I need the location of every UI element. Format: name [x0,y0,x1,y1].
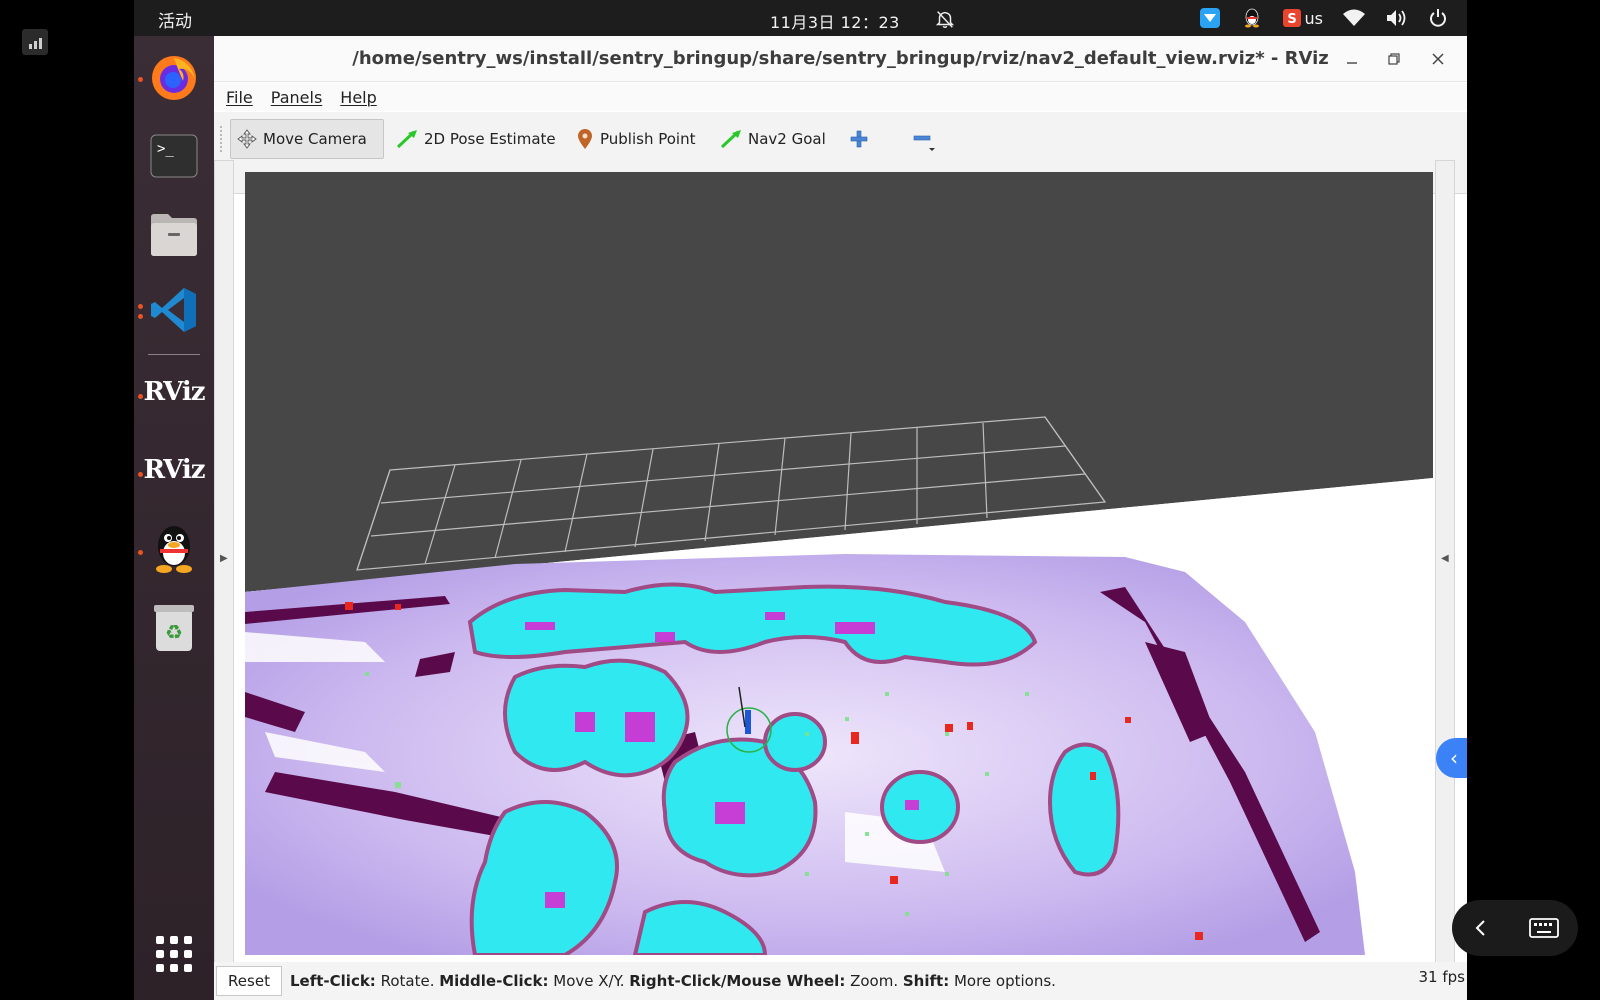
trash-icon: ♻ [154,605,194,651]
terminal-icon: >_ [150,134,198,178]
power-icon[interactable] [1427,7,1449,29]
running-indicator [138,304,143,309]
move-camera-tool[interactable]: Move Camera [230,119,384,159]
3d-viewport[interactable] [245,172,1433,955]
letterbox-right [1467,0,1600,1000]
running-indicator [138,314,143,319]
status-bar: Reset Left-Click: Rotate. Middle-Click: … [214,962,1467,1000]
nav2-goal-label: Nav2 Goal [748,130,826,148]
vscode-icon [151,288,196,332]
input-method-label: us [1304,8,1323,28]
close-icon [1432,53,1444,65]
files-icon [151,214,197,256]
publish-point-tool[interactable]: Publish Point [570,119,701,159]
top-bar: 活动 11月3日 12：23 S us [134,0,1467,36]
letterbox-left [0,0,134,1000]
keyboard-icon[interactable] [1529,917,1559,939]
help-shift-key: Shift: [902,972,950,990]
menu-panels[interactable]: Panels [271,88,323,107]
desktop-screen: 活动 11月3日 12：23 S us >_ RViz RViz ♻ /home… [134,0,1467,1000]
dock-rviz-2[interactable]: RViz [143,444,205,496]
menu-bar: File Panels Help [214,83,1467,111]
move-camera-icon [237,129,257,149]
minimize-button[interactable] [1340,47,1364,71]
rviz-icon: RViz [143,455,205,485]
input-method-indicator[interactable]: S us [1282,8,1323,28]
help-shift-value: More options. [949,972,1056,990]
green-arrow-icon [396,130,417,149]
pose-estimate-label: 2D Pose Estimate [424,130,556,148]
qq-tray-icon[interactable] [1241,7,1263,29]
map-pin-icon [578,129,592,149]
pose-estimate-tool[interactable]: 2D Pose Estimate [390,119,562,159]
help-left-click-key: Left-Click: [290,972,376,990]
svg-text:S: S [1287,12,1296,27]
move-camera-label: Move Camera [263,130,367,148]
nav2-goal-tool[interactable]: Nav2 Goal [714,119,832,159]
dock: >_ RViz RViz ♻ [134,36,214,1000]
costmap-render [245,172,1433,955]
dock-files[interactable] [148,208,200,260]
publish-point-label: Publish Point [600,130,696,148]
window-titlebar[interactable]: /home/sentry_ws/install/sentry_bringup/s… [214,36,1467,82]
dock-separator [148,354,200,355]
help-right-click-value: Zoom. [845,972,903,990]
apps-grid-icon[interactable] [156,936,194,974]
remove-tool-button[interactable] [906,119,942,159]
running-indicator [138,550,143,555]
menu-help[interactable]: Help [340,88,376,107]
chevron-left-icon: ‹ [1450,746,1458,770]
signal-bars-icon [22,29,48,55]
add-tool-button[interactable] [844,119,874,159]
dock-vscode[interactable] [148,284,200,336]
menu-file[interactable]: File [226,88,253,107]
toolbar-grip[interactable] [220,126,224,152]
dock-qq[interactable] [148,522,200,574]
running-indicator [138,77,143,82]
running-indicator [138,472,143,477]
back-chevron-icon[interactable] [1471,918,1491,938]
plus-icon [850,130,868,148]
reset-button[interactable]: Reset [216,966,282,996]
mouse-help-text: Left-Click: Rotate. Middle-Click: Move X… [290,972,1056,990]
clock[interactable]: 11月3日 12：23 [770,9,900,33]
help-middle-click-value: Move X/Y. [548,972,630,990]
dock-terminal[interactable]: >_ [148,130,200,182]
volume-icon[interactable] [1385,7,1407,29]
activities-button[interactable]: 活动 [158,7,192,32]
feishu-tray-icon[interactable] [1199,7,1221,29]
help-left-click-value: Rotate. [375,972,440,990]
svg-text:♻: ♻ [165,620,183,644]
firefox-icon [152,56,196,100]
close-button[interactable] [1426,47,1450,71]
restore-icon [1388,53,1400,65]
green-arrow-icon [720,130,741,149]
dock-firefox[interactable] [148,52,200,104]
sogou-icon: S [1282,9,1301,27]
expand-right-icon: ▶ [220,553,228,564]
dock-rviz-1[interactable]: RViz [143,366,205,418]
maximize-button[interactable] [1382,47,1406,71]
minus-icon [913,135,935,151]
left-panel-collapse-strip[interactable]: ▶ [214,160,234,965]
help-right-click-key: Right-Click/Mouse Wheel: [629,972,846,990]
window-title: /home/sentry_ws/install/sentry_bringup/s… [352,48,1329,69]
running-indicator [138,394,143,399]
rviz-icon: RViz [143,377,205,407]
svg-text:>_: >_ [157,141,174,157]
bell-muted-icon[interactable] [934,8,956,30]
floating-controls [1452,900,1578,956]
rviz-window: /home/sentry_ws/install/sentry_bringup/s… [214,36,1467,1000]
system-tray: S us [1199,6,1449,30]
fps-readout: 31 fps [1418,968,1465,986]
wifi-icon[interactable] [1343,7,1365,29]
right-panel-collapse-strip[interactable]: ◀ [1435,160,1455,965]
qq-penguin-icon [156,526,192,573]
help-middle-click-key: Middle-Click: [439,972,549,990]
dock-trash[interactable]: ♻ [148,602,200,654]
minimize-icon [1347,62,1357,64]
expand-left-icon: ◀ [1441,553,1449,564]
